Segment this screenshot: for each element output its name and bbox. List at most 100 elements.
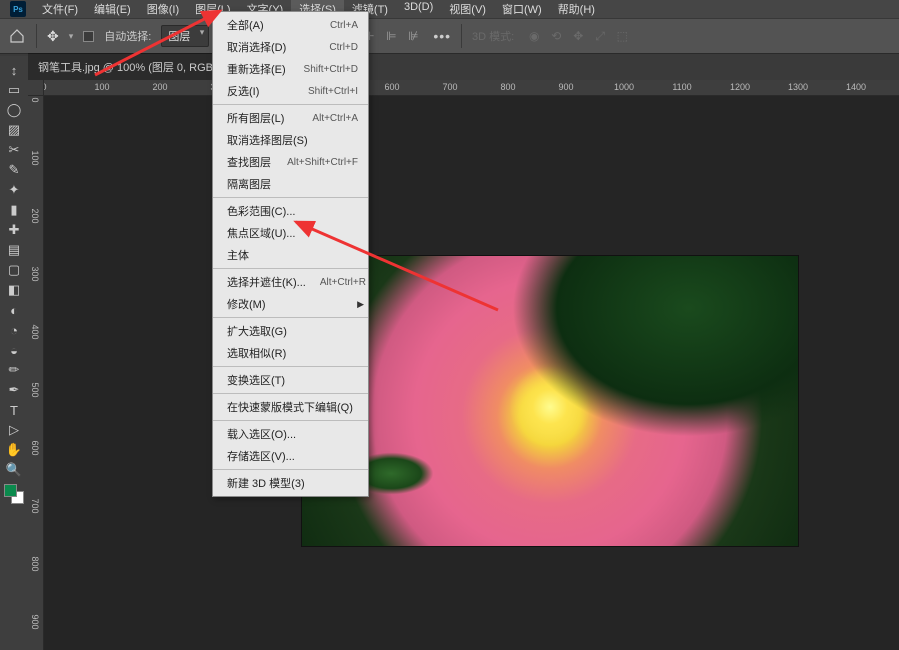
menu-item-label: 主体 xyxy=(227,247,249,263)
menu-item-label: 载入选区(O)... xyxy=(227,426,296,442)
tool-button[interactable]: ▤ xyxy=(2,240,26,260)
mode-3d-label: 3D 模式: xyxy=(472,28,514,44)
menu-item-label: 选择并遮住(K)... xyxy=(227,274,306,290)
menu-item[interactable]: 隔离图层 xyxy=(213,173,368,195)
ruler-corner xyxy=(28,80,44,96)
tool-button[interactable]: ▷ xyxy=(2,420,26,440)
color-swatch[interactable] xyxy=(4,484,24,504)
menu-shortcut: Ctrl+D xyxy=(329,42,358,53)
menu-item[interactable]: 在快速蒙版模式下编辑(Q) xyxy=(213,396,368,418)
menu-separator xyxy=(213,104,368,105)
ruler-tick: 1100 xyxy=(672,82,691,92)
menu-item[interactable]: 主体 xyxy=(213,244,368,266)
menu-separator xyxy=(213,469,368,470)
tool-button[interactable]: ◐ xyxy=(2,300,26,320)
canvas-area[interactable] xyxy=(44,96,899,650)
menu-item[interactable]: 色彩范围(C)... xyxy=(213,200,368,222)
menu-shortcut: Shift+Ctrl+D xyxy=(304,64,358,75)
more-icon[interactable]: ••• xyxy=(433,28,451,44)
menu-item[interactable]: 所有图层(L)Alt+Ctrl+A xyxy=(213,107,368,129)
document-tabbar: 钢笔工具.jpg @ 100% (图层 0, RGB/8#) * ✕ xyxy=(0,54,899,80)
tool-button[interactable]: ✦ xyxy=(2,180,26,200)
tool-button[interactable]: ✚ xyxy=(2,220,26,240)
menu-item[interactable]: 扩大选取(G) xyxy=(213,320,368,342)
distribute-icon[interactable]: ⊯ xyxy=(403,26,423,46)
tool-button[interactable]: ◧ xyxy=(2,280,26,300)
menu-item[interactable]: 修改(M)▶ xyxy=(213,293,368,315)
move-tool-icon[interactable]: ✥ xyxy=(47,28,59,45)
menu-item[interactable]: 全部(A)Ctrl+A xyxy=(213,14,368,36)
tool-button[interactable]: ↕ xyxy=(2,60,26,80)
menu-item[interactable]: 新建 3D 模型(3) xyxy=(213,472,368,494)
tool-button[interactable]: ▮ xyxy=(2,200,26,220)
document-image[interactable] xyxy=(302,256,798,546)
distribute-icon[interactable]: ⊫ xyxy=(381,26,401,46)
tool-button[interactable]: ✎ xyxy=(2,160,26,180)
menu-shortcut: Alt+Ctrl+A xyxy=(312,113,358,124)
tool-button[interactable]: 🔍 xyxy=(2,460,26,480)
menu-item[interactable]: 焦点区域(U)... xyxy=(213,222,368,244)
menu-item[interactable]: 帮助(H) xyxy=(550,0,603,19)
tool-button[interactable]: ◒ xyxy=(2,340,26,360)
tool-button[interactable]: ✒ xyxy=(2,380,26,400)
menu-item[interactable]: 编辑(E) xyxy=(86,0,139,19)
menu-item-label: 重新选择(E) xyxy=(227,61,286,77)
menu-separator xyxy=(213,366,368,367)
menu-item-label: 全部(A) xyxy=(227,17,264,33)
menu-item[interactable]: 选择并遮住(K)...Alt+Ctrl+R xyxy=(213,271,368,293)
menu-item[interactable]: 载入选区(O)... xyxy=(213,423,368,445)
mode-3d-group: ◉ ⟲ ✥ ⤢ ⬚ xyxy=(524,26,632,46)
mode-3d-icon: ✥ xyxy=(568,26,588,46)
menu-item[interactable]: 变换选区(T) xyxy=(213,369,368,391)
tool-button[interactable]: ◔ xyxy=(2,320,26,340)
menu-item-label: 修改(M) xyxy=(227,296,266,312)
menu-item-label: 色彩范围(C)... xyxy=(227,203,295,219)
app-icon: Ps xyxy=(10,1,26,17)
ruler-tick: 0 xyxy=(44,82,47,92)
menu-item[interactable]: 取消选择(D)Ctrl+D xyxy=(213,36,368,58)
menu-item[interactable]: 重新选择(E) Shift+Ctrl+D xyxy=(213,58,368,80)
menu-item-label: 在快速蒙版模式下编辑(Q) xyxy=(227,399,353,415)
options-bar: ✥ ▾ 自动选择: 图层 ≡ ≣ ⫼ ⊪ ⊩ ⊪ ⊫ ⊯ ••• 3D 模式: … xyxy=(0,18,899,54)
ruler-tick: 700 xyxy=(442,82,457,92)
ruler-tick: 1000 xyxy=(614,82,634,92)
menu-item[interactable]: 取消选择图层(S) xyxy=(213,129,368,151)
menu-item[interactable]: 图像(I) xyxy=(139,0,187,19)
tool-button[interactable]: ✋ xyxy=(2,440,26,460)
menu-item[interactable]: 选取相似(R) xyxy=(213,342,368,364)
ruler-tick: 200 xyxy=(30,208,40,223)
ruler-horizontal[interactable]: 0100200300400500600700800900100011001200… xyxy=(44,80,899,96)
menu-item-label: 隔离图层 xyxy=(227,176,271,192)
tab-title: 钢笔工具.jpg @ 100% (图层 0, RGB/8#) * xyxy=(38,59,239,75)
menu-shortcut: Alt+Shift+Ctrl+F xyxy=(287,157,358,168)
tool-button[interactable]: ✂ xyxy=(2,140,26,160)
menu-item-label: 查找图层 xyxy=(227,154,271,170)
home-icon[interactable] xyxy=(8,27,26,45)
ruler-tick: 1400 xyxy=(846,82,866,92)
auto-select-checkbox[interactable] xyxy=(83,31,94,42)
ruler-vertical[interactable]: 0100200300400500600700800900 xyxy=(28,96,44,650)
menu-item[interactable]: 3D(D) xyxy=(396,0,441,19)
select-menu-dropdown: 全部(A)Ctrl+A取消选择(D)Ctrl+D 重新选择(E) Shift+Ctr… xyxy=(212,11,369,497)
auto-select-dropdown[interactable]: 图层 xyxy=(161,25,209,47)
separator xyxy=(461,24,462,48)
tool-button[interactable]: ✏ xyxy=(2,360,26,380)
menu-separator xyxy=(213,317,368,318)
tool-button[interactable]: ▨ xyxy=(2,120,26,140)
menu-item[interactable]: 反选(I)Shift+Ctrl+I xyxy=(213,80,368,102)
ruler-tick: 200 xyxy=(152,82,167,92)
tool-button[interactable]: ▭ xyxy=(2,80,26,100)
tool-button[interactable]: ◯ xyxy=(2,100,26,120)
menu-item[interactable]: 窗口(W) xyxy=(494,0,550,19)
dropdown-arrow-icon[interactable]: ▾ xyxy=(69,31,74,42)
mode-3d-icon: ⬚ xyxy=(612,26,632,46)
fg-color[interactable] xyxy=(4,484,17,497)
menu-item[interactable]: 存储选区(V)... xyxy=(213,445,368,467)
tool-button[interactable]: ▢ xyxy=(2,260,26,280)
menu-item[interactable]: 文件(F) xyxy=(34,0,86,19)
menu-item[interactable]: 查找图层 Alt+Shift+Ctrl+F xyxy=(213,151,368,173)
ruler-tick: 800 xyxy=(500,82,515,92)
mode-3d-icon: ⟲ xyxy=(546,26,566,46)
tool-button[interactable]: T xyxy=(2,400,26,420)
menu-item[interactable]: 视图(V) xyxy=(441,0,494,19)
